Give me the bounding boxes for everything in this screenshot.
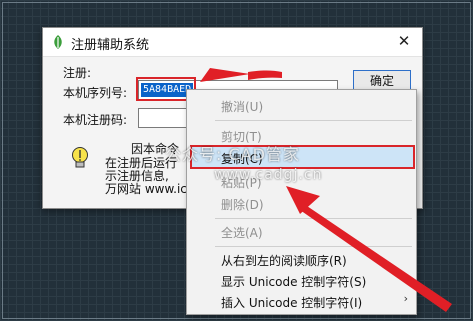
menu-separator: [215, 120, 412, 121]
submenu-chevron-icon: ›: [403, 292, 408, 305]
context-menu: 撤消(U) 剪切(T) 复制(C) 粘贴(P) 删除(D) 全选(A) 从右到左…: [186, 89, 417, 315]
menu-item-undo[interactable]: 撤消(U): [221, 98, 263, 115]
lightbulb-icon: [72, 147, 88, 168]
menu-item-insert-unicode[interactable]: 插入 Unicode 控制字符(I): [221, 294, 362, 311]
info-line-4: 万网站 www.icq: [105, 182, 195, 196]
register-group-label: 注册:: [63, 66, 92, 80]
watermark-line-1: 公众号: CAD管家: [165, 145, 300, 164]
menu-item-delete[interactable]: 删除(D): [221, 196, 264, 213]
menu-item-show-unicode[interactable]: 显示 Unicode 控制字符(S): [221, 273, 366, 290]
close-button[interactable]: ✕: [394, 31, 414, 51]
regcode-input[interactable]: [138, 108, 188, 128]
watermark-line-2: www.cadgj.cn: [214, 167, 323, 183]
menu-separator: [215, 218, 412, 219]
dialog-titlebar: 注册辅助系统 ✕: [43, 28, 422, 57]
menu-item-select-all[interactable]: 全选(A): [221, 224, 263, 241]
app-leaf-icon: [54, 35, 62, 49]
menu-separator: [215, 246, 412, 247]
menu-item-rtl-reading[interactable]: 从右到左的阅读顺序(R): [221, 252, 347, 269]
dialog-title: 注册辅助系统: [71, 38, 150, 53]
regcode-label: 本机注册码:: [63, 113, 128, 127]
serial-label: 本机序列号:: [63, 86, 128, 100]
